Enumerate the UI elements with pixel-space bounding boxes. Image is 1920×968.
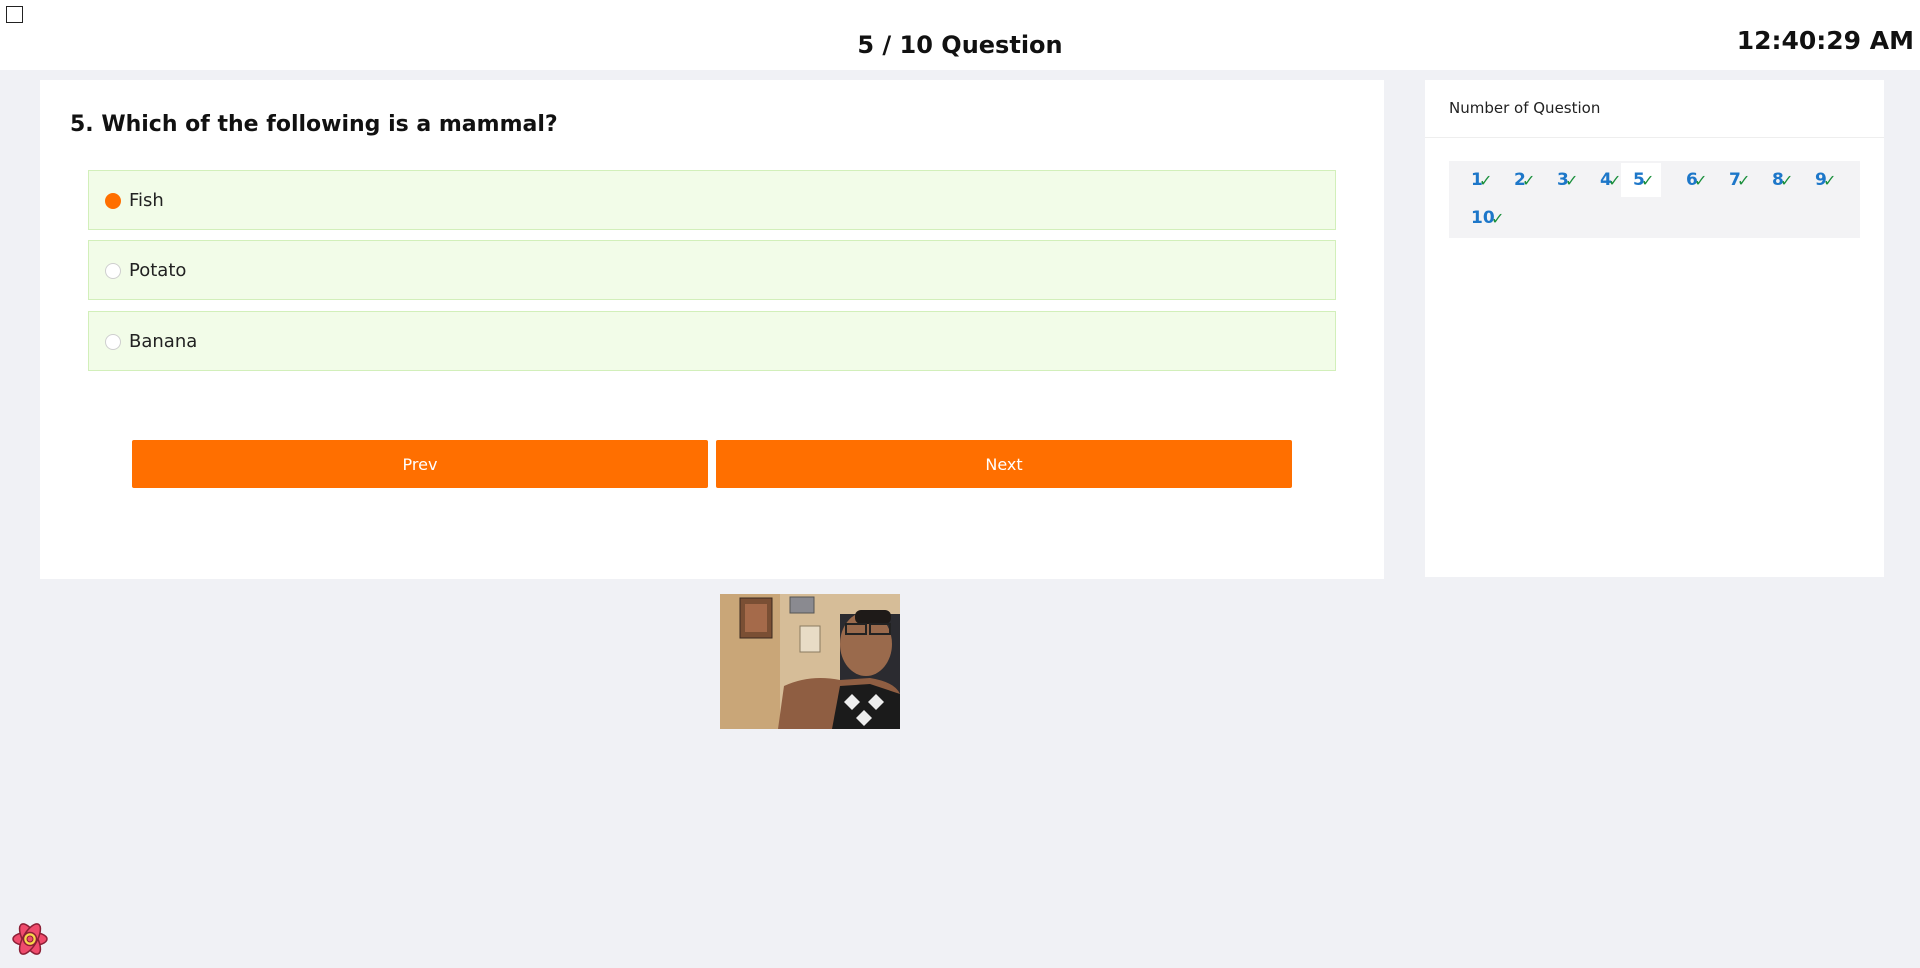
- prev-button[interactable]: Prev: [132, 440, 708, 488]
- webcam-image: [720, 594, 900, 729]
- question-number-6[interactable]: 6 ✓: [1674, 163, 1714, 197]
- navigator-header: Number of Question: [1425, 80, 1884, 138]
- question-number-9[interactable]: 9 ✓: [1803, 163, 1843, 197]
- check-icon: ✓: [1479, 171, 1493, 190]
- checkbox-icon[interactable]: [6, 6, 23, 23]
- check-icon: ✓: [1641, 171, 1655, 190]
- question-number-grid: 1 ✓ 2 ✓ 3 ✓ 4 ✓ 5 ✓ 6 ✓ 7 ✓ 8 ✓ 9 ✓ 10 ✓: [1449, 161, 1860, 238]
- timer-clock: 12:40:29 AM: [1736, 26, 1914, 55]
- next-button[interactable]: Next: [716, 440, 1292, 488]
- option-label: Banana: [129, 331, 198, 352]
- question-number-7[interactable]: 7 ✓: [1717, 163, 1757, 197]
- radio-unselected-icon[interactable]: [105, 334, 121, 350]
- check-icon: ✓: [1737, 171, 1751, 190]
- radio-unselected-icon[interactable]: [105, 263, 121, 279]
- option-label: Fish: [129, 190, 164, 211]
- page-title: 5 / 10 Question: [857, 31, 1063, 59]
- webcam-feed: [720, 594, 900, 729]
- option-fish[interactable]: Fish: [88, 170, 1336, 230]
- option-label: Potato: [129, 260, 187, 281]
- question-number-10[interactable]: 10 ✓: [1459, 201, 1509, 235]
- option-potato[interactable]: Potato: [88, 240, 1336, 300]
- question-number-3[interactable]: 3 ✓: [1545, 163, 1585, 197]
- question-card: 5. Which of the following is a mammal? F…: [40, 80, 1384, 579]
- question-navigator: Number of Question 1 ✓ 2 ✓ 3 ✓ 4 ✓ 5 ✓ 6…: [1425, 80, 1884, 577]
- check-icon: ✓: [1608, 171, 1622, 190]
- question-number-1[interactable]: 1 ✓: [1459, 163, 1499, 197]
- navigator-title: Number of Question: [1449, 99, 1601, 117]
- question-number-2[interactable]: 2 ✓: [1502, 163, 1542, 197]
- check-icon: ✓: [1823, 171, 1837, 190]
- check-icon: ✓: [1694, 171, 1708, 190]
- question-title: 5. Which of the following is a mammal?: [70, 112, 558, 137]
- top-bar: 5 / 10 Question 12:40:29 AM: [0, 0, 1920, 70]
- radio-selected-icon[interactable]: [105, 193, 121, 209]
- react-logo-icon[interactable]: [10, 919, 50, 959]
- check-icon: ✓: [1522, 171, 1536, 190]
- check-icon: ✓: [1780, 171, 1794, 190]
- question-number-5-current[interactable]: 5 ✓: [1621, 163, 1661, 197]
- option-banana[interactable]: Banana: [88, 311, 1336, 371]
- check-icon: ✓: [1565, 171, 1579, 190]
- question-number-8[interactable]: 8 ✓: [1760, 163, 1800, 197]
- check-icon: ✓: [1491, 209, 1505, 228]
